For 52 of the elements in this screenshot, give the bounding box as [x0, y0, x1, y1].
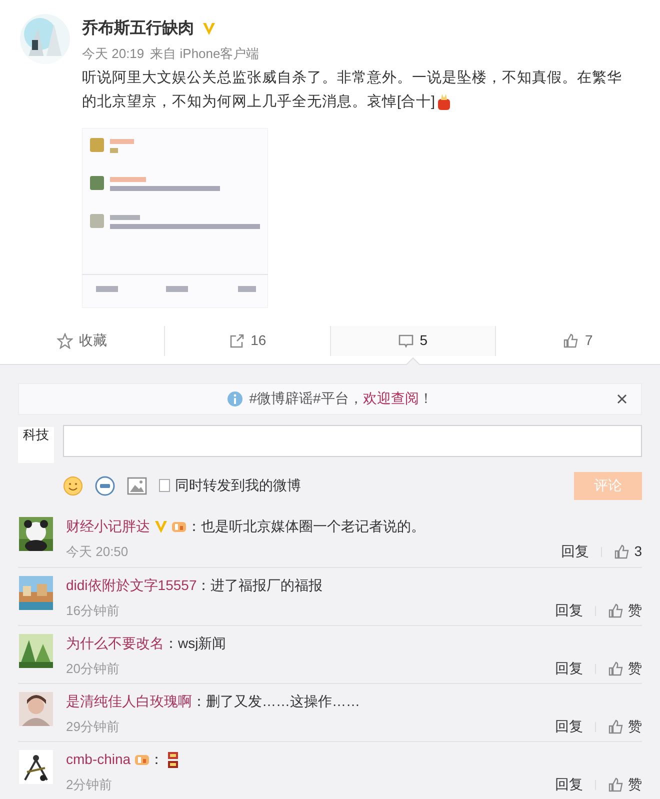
- comment-icon: [398, 332, 414, 348]
- image-icon[interactable]: [127, 476, 147, 494]
- reply-link[interactable]: 回复: [555, 716, 583, 737]
- reply-link[interactable]: 回复: [555, 600, 583, 621]
- comment-text: ：也是听北京媒体圈一个老记者说的。: [187, 517, 425, 536]
- repost-icon: [228, 332, 245, 348]
- comment-time: 今天 20:50: [66, 542, 128, 561]
- commenter-name[interactable]: didi依附於文字15557: [66, 575, 197, 596]
- thumbs-up-icon: [608, 602, 624, 618]
- thumbs-up-icon: [562, 332, 579, 348]
- comment-time: 20分钟前: [66, 660, 120, 678]
- commenter-name[interactable]: 财经小记胖达: [66, 516, 150, 537]
- info-icon: [227, 390, 244, 406]
- like-link[interactable]: 赞: [608, 774, 642, 795]
- action-tab[interactable]: 7: [494, 326, 660, 356]
- repost-checkbox[interactable]: [159, 479, 170, 492]
- notice-link[interactable]: 欢迎查阅: [362, 390, 419, 406]
- action-tab[interactable]: 收藏: [0, 326, 164, 356]
- post-text: 听说阿里大文娱公关总监张威自杀了。非常意外。一说是坠楼，不知真假。在繁华的北京望京，不知为何网上几乎全无消息。哀悼[合十]: [82, 68, 622, 113]
- comment-time: 29分钟前: [66, 718, 120, 736]
- post-source[interactable]: 来自 iPhone客户端: [150, 44, 260, 64]
- comment-time: 16分钟前: [66, 602, 120, 620]
- comment-time: 2分钟前: [66, 776, 112, 794]
- like-link[interactable]: 3: [614, 541, 642, 562]
- comment-text: ：wsj新闻: [164, 634, 226, 653]
- hands-emoji-icon: [436, 92, 452, 111]
- comment-text: ：: [150, 750, 164, 769]
- commenter-name[interactable]: 是清纯佳人白玫瑰啊: [66, 691, 192, 712]
- notice-text: #微博辟谣#平台，欢迎查阅！: [249, 389, 433, 408]
- avatar-text: 科技: [23, 426, 49, 442]
- thumbs-up-icon: [608, 660, 624, 676]
- reply-link[interactable]: 回复: [555, 658, 583, 679]
- thumbs-up-icon: [614, 544, 630, 560]
- comment-text: ：删了又发……这操作……: [192, 692, 360, 711]
- like-link[interactable]: 赞: [608, 600, 642, 621]
- reply-link[interactable]: 回复: [555, 774, 583, 795]
- like-link[interactable]: 赞: [608, 658, 642, 679]
- thumbs-up-icon: [608, 776, 624, 792]
- comment-text: ：进了福报厂的福报: [196, 576, 323, 595]
- favorite-icon: [57, 332, 74, 348]
- smiley-icon[interactable]: [63, 476, 83, 496]
- repost-label: 同时转发到我的微博: [175, 476, 301, 495]
- reply-link[interactable]: 回复: [561, 541, 590, 562]
- comment-input[interactable]: [63, 424, 642, 456]
- like-link[interactable]: 赞: [608, 716, 642, 737]
- commenter-name[interactable]: cmb-china: [66, 749, 131, 770]
- author-name[interactable]: 乔布斯五行缺肉: [82, 17, 194, 41]
- thumbs-up-icon: [608, 718, 624, 734]
- close-icon[interactable]: [617, 394, 627, 404]
- action-tab[interactable]: 5: [330, 326, 495, 356]
- commenter-name[interactable]: 为什么不要改名: [66, 633, 164, 654]
- post-time[interactable]: 今天 20:19: [82, 44, 144, 64]
